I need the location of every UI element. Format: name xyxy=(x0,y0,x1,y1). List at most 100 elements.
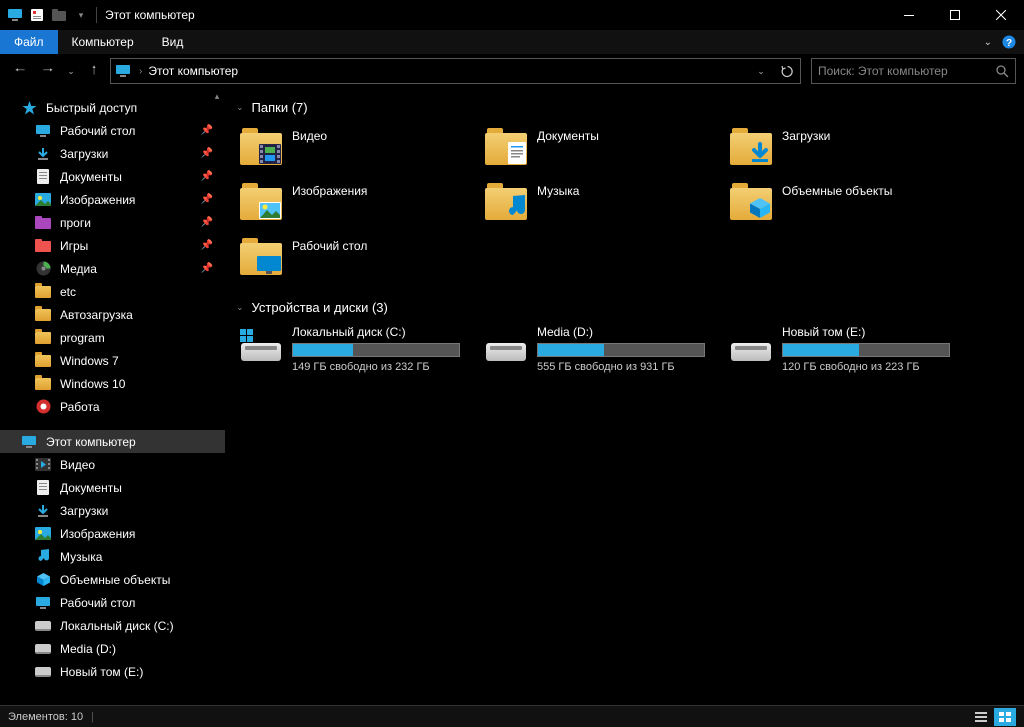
sidebar-pc-item[interactable]: Видео xyxy=(0,453,225,476)
disk-icon xyxy=(34,641,52,657)
search-icon[interactable] xyxy=(996,65,1009,78)
recent-dropdown[interactable]: ⌄ xyxy=(64,59,78,83)
sidebar-pc-item[interactable]: Объемные объекты xyxy=(0,568,225,591)
sidebar-quick-access[interactable]: Быстрый доступ xyxy=(0,96,225,119)
sidebar-pc-item[interactable]: Музыка xyxy=(0,545,225,568)
desktop-icon xyxy=(34,123,52,139)
drive-name: Media (D:) xyxy=(537,325,722,343)
sidebar-quick-item[interactable]: Автозагрузка xyxy=(0,303,225,326)
downloads-icon xyxy=(34,146,52,162)
sidebar-quick-item[interactable]: Загрузки 📌 xyxy=(0,142,225,165)
folder-label: Музыка xyxy=(537,180,579,198)
sidebar-quick-item[interactable]: Документы📌 xyxy=(0,165,225,188)
close-button[interactable] xyxy=(978,0,1024,30)
sidebar-item-label: Загрузки xyxy=(60,147,108,161)
breadcrumb-root[interactable]: Этот компьютер xyxy=(148,64,238,78)
folder-icon xyxy=(34,284,52,300)
menu-computer[interactable]: Компьютер xyxy=(58,30,148,54)
sidebar-item-label: Автозагрузка xyxy=(60,308,133,322)
search-input[interactable]: Поиск: Этот компьютер xyxy=(811,58,1016,84)
menu-view[interactable]: Вид xyxy=(148,30,198,54)
forward-button[interactable]: 🠒 xyxy=(36,59,60,83)
drive-name: Локальный диск (C:) xyxy=(292,325,477,343)
pin-icon: 📌 xyxy=(201,148,213,159)
qat-dropdown-icon[interactable]: ▾ xyxy=(72,6,90,24)
folder-item[interactable]: Объемные объекты xyxy=(726,178,971,233)
scroll-up-icon[interactable]: ▴ xyxy=(209,88,225,104)
help-icon[interactable]: ? xyxy=(1002,35,1016,49)
sidebar-quick-item[interactable]: Изображения📌 xyxy=(0,188,225,211)
folder-item[interactable]: Документы xyxy=(481,123,726,178)
folder-item[interactable]: Изображения xyxy=(236,178,481,233)
status-bar: Элементов: 10 | xyxy=(0,705,1024,727)
folder-item[interactable]: Загрузки xyxy=(726,123,971,178)
collapse-icon: ⌄ xyxy=(236,102,244,113)
sidebar-quick-item[interactable]: Windows 10 xyxy=(0,372,225,395)
sidebar-pc-item[interactable]: Загрузки xyxy=(0,499,225,522)
sidebar-pc-item[interactable]: Локальный диск (C:) xyxy=(0,614,225,637)
sidebar-quick-item[interactable]: Рабочий стол📌 xyxy=(0,119,225,142)
qat-properties-icon[interactable] xyxy=(28,6,46,24)
sidebar-pc-item[interactable]: Новый том (E:) xyxy=(0,660,225,683)
sidebar-quick-item[interactable]: Работа xyxy=(0,395,225,418)
content-area[interactable]: ⌄ Папки (7) Видео Документы Загрузки xyxy=(226,88,1024,705)
up-button[interactable]: 🠑 xyxy=(82,59,106,83)
navigation-pane[interactable]: ▴ Быстрый доступРабочий стол📌Загрузки📌До… xyxy=(0,88,226,705)
qat-new-folder-icon[interactable] xyxy=(50,6,68,24)
drive-icon xyxy=(730,329,772,361)
maximize-button[interactable] xyxy=(932,0,978,30)
refresh-button[interactable] xyxy=(774,59,800,83)
sidebar-pc-item[interactable]: Рабочий стол xyxy=(0,591,225,614)
drive-item[interactable]: Локальный диск (C:) 149 ГБ свободно из 2… xyxy=(236,323,481,383)
3d-icon xyxy=(34,572,52,588)
sidebar-this-pc[interactable]: Этот компьютер xyxy=(0,430,225,453)
folder-icon xyxy=(34,353,52,369)
folder-item[interactable]: Рабочий стол xyxy=(236,233,481,288)
folder-icon xyxy=(485,182,527,220)
minimize-button[interactable] xyxy=(886,0,932,30)
view-details-button[interactable] xyxy=(970,708,992,726)
sidebar-pc-item[interactable]: Media (D:) xyxy=(0,637,225,660)
drive-usage-bar xyxy=(292,343,460,357)
address-dropdown-icon[interactable]: ⌄ xyxy=(748,59,774,83)
sidebar-quick-item[interactable]: Windows 7 xyxy=(0,349,225,372)
folder-color-icon xyxy=(34,215,52,231)
menu-file[interactable]: Файл xyxy=(0,30,58,54)
folders-section-header[interactable]: ⌄ Папки (7) xyxy=(236,96,1016,123)
folder-item[interactable]: Музыка xyxy=(481,178,726,233)
sidebar-item-label: Новый том (E:) xyxy=(60,665,143,679)
drive-item[interactable]: Новый том (E:) 120 ГБ свободно из 223 ГБ xyxy=(726,323,971,383)
sidebar-quick-item[interactable]: проги📌 xyxy=(0,211,225,234)
drives-section-header[interactable]: ⌄ Устройства и диски (3) xyxy=(236,296,1016,323)
status-item-count: Элементов: 10 xyxy=(8,711,83,723)
sidebar-quick-item[interactable]: etc xyxy=(0,280,225,303)
drives-header-label: Устройства и диски (3) xyxy=(252,300,388,315)
pin-icon: 📌 xyxy=(201,217,213,228)
sidebar-item-label: Видео xyxy=(60,458,95,472)
sidebar-pc-item[interactable]: Документы xyxy=(0,476,225,499)
back-button[interactable]: 🠐 xyxy=(8,59,32,83)
app-icon[interactable] xyxy=(6,6,24,24)
folder-icon xyxy=(34,376,52,392)
sidebar-item-label: program xyxy=(60,331,105,345)
drive-item[interactable]: Media (D:) 555 ГБ свободно из 931 ГБ xyxy=(481,323,726,383)
view-tiles-button[interactable] xyxy=(994,708,1016,726)
folders-header-label: Папки (7) xyxy=(252,100,308,115)
folder-label: Изображения xyxy=(292,180,367,198)
sidebar-quick-item[interactable]: Игры📌 xyxy=(0,234,225,257)
sidebar-quick-item[interactable]: Медиа📌 xyxy=(0,257,225,280)
drive-usage-bar xyxy=(537,343,705,357)
folder-item[interactable]: Видео xyxy=(236,123,481,178)
sidebar-item-label: Рабочий стол xyxy=(60,596,135,610)
chevron-right-icon[interactable]: › xyxy=(139,66,142,77)
sidebar-quick-item[interactable]: program xyxy=(0,326,225,349)
work-icon xyxy=(34,399,52,415)
ribbon-expand-icon[interactable]: ⌄ xyxy=(984,37,992,48)
address-bar[interactable]: › Этот компьютер ⌄ xyxy=(110,58,801,84)
documents-icon xyxy=(34,169,52,185)
pc-icon xyxy=(20,434,38,450)
video-icon xyxy=(34,457,52,473)
folder-icon xyxy=(34,330,52,346)
folder-icon xyxy=(730,127,772,165)
sidebar-pc-item[interactable]: Изображения xyxy=(0,522,225,545)
